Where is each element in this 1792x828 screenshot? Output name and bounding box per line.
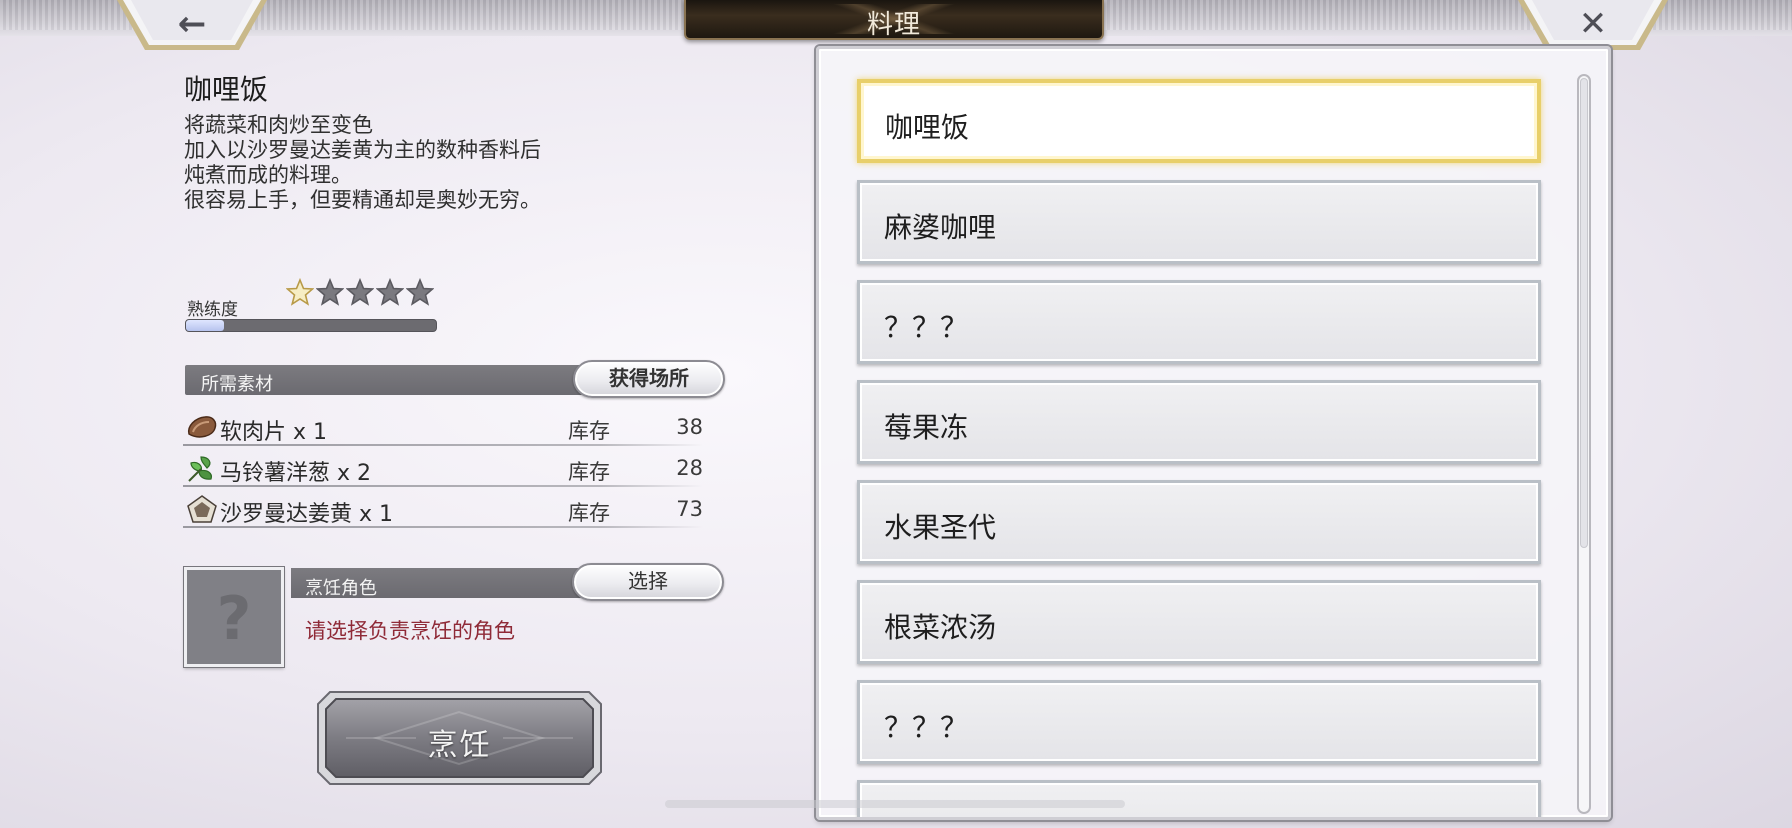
chef-header: 烹饪角色 [291, 568, 591, 599]
star-empty-icon [376, 278, 404, 306]
recipe-label: ？？？ [884, 711, 969, 744]
proficiency-label: 熟练度 [187, 300, 238, 320]
dish-description-line: 加入以沙罗曼达姜黄为主的数种香料后 [184, 138, 541, 162]
recipe-item[interactable]: ？？？ [857, 680, 1541, 764]
recipe-label: 咖哩饭 [885, 111, 970, 144]
stock-count: 28 [676, 456, 703, 480]
materials-header-label: 所需素材 [201, 374, 273, 395]
close-button[interactable]: ✕ [1518, 0, 1668, 52]
recipe-item[interactable]: 根菜浓汤 [857, 580, 1541, 664]
materials-header: 所需素材 [185, 365, 585, 395]
row-divider [183, 485, 703, 487]
star-empty-icon [316, 278, 344, 306]
material-row: 马铃薯洋葱 x 2 库存 28 [183, 449, 703, 487]
recipe-label: 麻婆咖哩 [884, 211, 997, 244]
row-divider [183, 526, 703, 528]
dish-description: 将蔬菜和肉炒至变色 加入以沙罗曼达姜黄为主的数种香料后 炖煮而成的料理。 很容易… [184, 113, 541, 213]
title-plate: 料理 [684, 0, 1104, 40]
star-filled-icon [286, 278, 314, 306]
star-empty-icon [346, 278, 374, 306]
cook-button[interactable]: 烹饪 [316, 690, 603, 786]
recipe-item[interactable]: 水果圣代 [857, 480, 1541, 564]
recipe-label: ？？？ [884, 311, 969, 344]
home-indicator [665, 800, 1125, 808]
herb-icon [188, 456, 212, 482]
row-divider [183, 444, 703, 446]
material-row: 沙罗曼达姜黄 x 1 库存 73 [183, 490, 703, 528]
chef-header-label: 烹饪角色 [305, 578, 377, 599]
recipe-label: 莓果冻 [884, 411, 969, 444]
dish-description-line: 炖煮而成的料理。 [184, 163, 352, 187]
select-chef-button[interactable]: 选择 [572, 563, 724, 601]
recipe-item[interactable]: 莓果冻 [857, 380, 1541, 464]
close-icon: ✕ [1578, 4, 1608, 44]
recipe-item[interactable]: 麻婆咖哩 [857, 180, 1541, 264]
back-button[interactable]: ← [117, 0, 267, 52]
stock-count: 73 [676, 497, 703, 521]
arrow-left-icon: ← [177, 4, 207, 44]
material-name: 沙罗曼达姜黄 x 1 [220, 502, 394, 527]
stock-label: 库存 [568, 460, 610, 484]
recipe-list-panel: 咖哩饭 麻婆咖哩 ？？？ 莓果冻 水果圣代 根菜浓汤 ？？？ [816, 46, 1611, 820]
page-title: 料理 [866, 10, 921, 40]
dish-description-line: 很容易上手，但要精通却是奥妙无穷。 [184, 188, 541, 212]
star-empty-icon [406, 278, 434, 306]
spice-icon [187, 495, 217, 523]
proficiency-bar [185, 319, 437, 332]
material-name: 马铃薯洋葱 x 2 [220, 461, 372, 486]
cook-button-label: 烹饪 [427, 728, 492, 763]
recipe-list-scrollbar[interactable] [1577, 74, 1591, 814]
material-name: 软肉片 x 1 [220, 420, 328, 445]
unknown-character-icon: ? [216, 584, 252, 654]
recipe-label: 水果圣代 [884, 511, 997, 544]
chef-hint: 请选择负责烹饪的角色 [305, 619, 515, 643]
proficiency-bar-fill [186, 320, 224, 331]
recipe-label: 根菜浓汤 [884, 611, 997, 644]
material-row: 软肉片 x 1 库存 38 [183, 408, 703, 446]
proficiency-stars [286, 278, 434, 306]
recipe-item[interactable]: ？？？ [857, 280, 1541, 364]
dish-name: 咖哩饭 [184, 73, 269, 106]
stock-count: 38 [676, 415, 703, 439]
chef-portrait-slot[interactable]: ? [184, 567, 284, 667]
stock-label: 库存 [568, 419, 610, 443]
scrollbar-thumb[interactable] [1580, 78, 1588, 548]
stock-label: 库存 [568, 501, 610, 525]
recipe-item-selected[interactable]: 咖哩饭 [857, 79, 1541, 163]
dish-description-line: 将蔬菜和肉炒至变色 [184, 113, 373, 137]
obtain-location-button[interactable]: 获得场所 [573, 360, 725, 398]
meat-icon [187, 416, 217, 438]
